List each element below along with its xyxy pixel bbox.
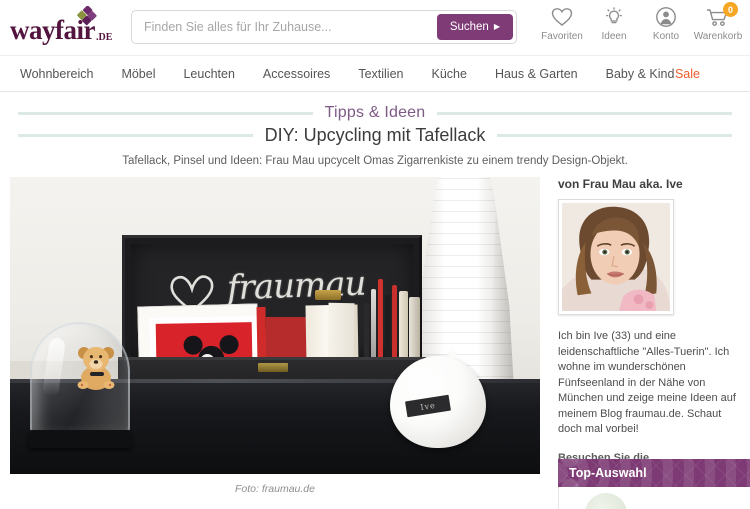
pen-red xyxy=(392,285,397,365)
top-auswahl-module: Top-Auswahl xyxy=(558,459,750,509)
wayfair-diamond-logo-icon xyxy=(77,6,97,26)
top-auswahl-title: Top-Auswahl xyxy=(569,466,647,480)
article-content: fraumau Ive Foto: fraumau.de von Frau Ma… xyxy=(0,177,750,509)
article-title-block: Tipps & Ideen DIY: Upcycling mit Tafella… xyxy=(0,92,750,167)
divider-rule-left xyxy=(18,111,313,115)
pomegranate-crown-icon xyxy=(446,344,458,362)
nav-item-textilien[interactable]: Textilien xyxy=(358,67,403,81)
author-sidebar: von Frau Mau aka. Ive Ich bin Ive (33) u… xyxy=(540,177,750,509)
divider-rule-right xyxy=(437,111,733,115)
page-title: DIY: Upcycling mit Tafellack xyxy=(264,124,486,145)
author-heading: von Frau Mau aka. Ive xyxy=(558,177,683,191)
header-action-konto[interactable]: Konto xyxy=(640,4,692,42)
author-portrait-frame xyxy=(558,199,674,315)
ceramic-pomegranate: Ive xyxy=(390,344,486,448)
product-thumbnail[interactable] xyxy=(585,493,627,509)
card-red-background xyxy=(155,322,253,366)
main-navigation: Wohnbereich Möbel Leuchten Accessoires T… xyxy=(0,55,750,92)
photo-column: fraumau Ive Foto: fraumau.de xyxy=(10,177,540,495)
wayfair-article-page: wayfair .DE Suchen ▶ xyxy=(0,0,750,509)
cloche-base xyxy=(28,430,132,448)
pens-and-pencils xyxy=(362,277,424,365)
pen-marker-black xyxy=(364,303,369,365)
article-kicker: Tipps & Ideen xyxy=(324,104,426,121)
search-button-label: Suchen xyxy=(449,21,489,33)
kicker-row: Tipps & Ideen xyxy=(0,102,750,124)
nav-item-leuchten[interactable]: Leuchten xyxy=(183,67,234,81)
pen-black xyxy=(385,295,390,365)
header-action-label: Favoriten xyxy=(541,31,583,42)
box-brass-clasp xyxy=(315,290,341,300)
header-actions: Favoriten Ideen Konto 0 Warenkorb xyxy=(536,2,744,42)
header-action-favoriten[interactable]: Favoriten xyxy=(536,4,588,42)
heart-icon xyxy=(551,4,573,29)
cart-count-badge: 0 xyxy=(723,2,738,17)
notepad-edge xyxy=(409,297,420,365)
divider-rule-right-2 xyxy=(497,133,732,137)
header-action-warenkorb[interactable]: 0 Warenkorb xyxy=(692,2,744,42)
red-card-edge xyxy=(256,306,267,364)
nav-item-baby-kind[interactable]: Baby & Kind xyxy=(606,67,675,81)
cloche-glare xyxy=(42,337,66,397)
avatar xyxy=(562,203,670,311)
site-header: wayfair .DE Suchen ▶ xyxy=(0,0,750,55)
nav-item-haus-garten[interactable]: Haus & Garten xyxy=(495,67,578,81)
pen-red-tall xyxy=(378,279,383,365)
header-action-label: Konto xyxy=(652,31,680,42)
search-submit-button[interactable]: Suchen ▶ xyxy=(436,14,513,40)
wayfair-logo[interactable]: wayfair .DE xyxy=(10,6,128,44)
nav-item-wohnbereich[interactable]: Wohnbereich xyxy=(20,67,93,81)
nav-item-moebel[interactable]: Möbel xyxy=(121,67,155,81)
lightbulb-icon xyxy=(603,4,625,29)
account-person-icon xyxy=(655,4,677,29)
photo-caption: Foto: fraumau.de xyxy=(235,483,315,495)
teddy-bear-figurine xyxy=(77,347,115,390)
article-hero-photo: fraumau Ive xyxy=(10,177,540,474)
glass-cloche-dome xyxy=(30,322,130,434)
photo-scene: fraumau Ive xyxy=(10,177,540,474)
nav-item-kueche[interactable]: Küche xyxy=(431,67,466,81)
header-action-label: Warenkorb xyxy=(693,31,743,42)
pomegranate-chalk-label: Ive xyxy=(405,394,451,418)
ruler-paper xyxy=(399,291,408,365)
logo-domain-suffix: .DE xyxy=(95,32,113,43)
chalk-handwriting-fraumau: fraumau xyxy=(226,263,367,309)
headline-row: DIY: Upcycling mit Tafellack xyxy=(0,124,750,146)
nav-item-accessoires[interactable]: Accessoires xyxy=(263,67,330,81)
top-auswahl-header: Top-Auswahl xyxy=(558,459,750,487)
paper-stack-2 xyxy=(327,302,355,366)
play-arrow-icon: ▶ xyxy=(493,22,500,31)
author-portrait-image xyxy=(562,203,670,311)
top-auswahl-body[interactable] xyxy=(558,487,750,509)
header-action-ideen[interactable]: Ideen xyxy=(588,4,640,42)
box-name-plate xyxy=(258,363,288,372)
divider-rule-left-2 xyxy=(18,133,253,137)
pomegranate-label-text: Ive xyxy=(419,400,437,412)
author-bio: Ich bin Ive (33) und eine leidenschaftli… xyxy=(558,330,736,435)
header-action-label: Ideen xyxy=(601,31,627,42)
article-subtitle: Tafellack, Pinsel und Ideen: Frau Mau up… xyxy=(122,155,628,167)
search-bar[interactable]: Suchen ▶ xyxy=(131,10,517,44)
nav-item-sale[interactable]: Sale xyxy=(675,67,700,81)
search-input[interactable] xyxy=(132,12,432,42)
pen-silver xyxy=(371,289,376,365)
